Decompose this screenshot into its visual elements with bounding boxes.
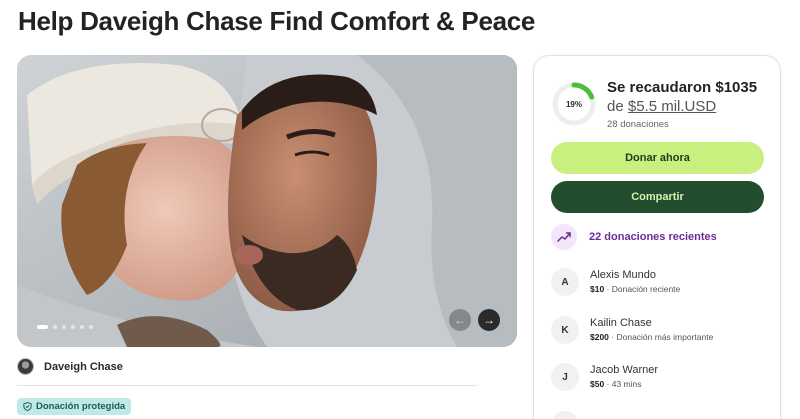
- donor-item: Anónimo: [551, 411, 633, 419]
- donate-now-button[interactable]: Donar ahora: [551, 142, 764, 174]
- avatar: K: [551, 316, 579, 344]
- donor-item: A Alexis Mundo $10 · Donación reciente: [551, 268, 680, 296]
- recent-donations-label: 22 donaciones recientes: [589, 231, 717, 243]
- avatar: J: [551, 363, 579, 391]
- progress-percent: 19%: [565, 99, 582, 109]
- trending-up-icon: [551, 224, 577, 250]
- goal-prefix: de: [607, 98, 628, 115]
- arrow-right-icon[interactable]: →: [478, 309, 500, 331]
- protected-donation-badge[interactable]: Donación protegida: [17, 398, 132, 415]
- donor-name: Alexis Mundo: [590, 269, 657, 281]
- gallery-dot[interactable]: [71, 325, 75, 329]
- gallery-dot[interactable]: [53, 325, 57, 329]
- donor-note: · Donación más importante: [608, 332, 714, 342]
- donor-amount: $50: [590, 379, 605, 389]
- avatar: [17, 358, 34, 375]
- divider: [17, 385, 477, 386]
- donor-item: K Kailin Chase $200 · Donación más importa…: [551, 316, 713, 344]
- arrow-left-icon[interactable]: ←: [449, 309, 471, 331]
- donor-amount: $200: [590, 332, 609, 342]
- share-button[interactable]: Compartir: [551, 181, 764, 213]
- donor-meta: $50 · 43 mins: [590, 377, 658, 391]
- donation-card: 19% Se recaudaron $1035 de $5.5 mil.USD …: [533, 55, 781, 419]
- goal-value[interactable]: $5.5 mil.USD: [628, 98, 716, 115]
- gallery-dot[interactable]: [37, 325, 48, 329]
- gallery-dot[interactable]: [89, 325, 93, 329]
- shield-icon: [23, 402, 32, 411]
- avatar: A: [551, 268, 579, 296]
- donor-meta: $200 · Donación más importante: [590, 330, 713, 344]
- donor-item: J Jacob Warner $50 · 43 mins: [551, 363, 658, 391]
- gallery-dot[interactable]: [80, 325, 84, 329]
- badge-label: Donación protegida: [36, 401, 126, 412]
- page-title: Help Daveigh Chase Find Comfort & Peace: [18, 6, 536, 36]
- donor-name: Jacob Warner: [590, 364, 659, 376]
- gallery-dot[interactable]: [62, 325, 66, 329]
- donor-note: · Donación reciente: [604, 284, 681, 294]
- donor-name: Kailin Chase: [590, 317, 652, 329]
- gallery-pagination: [37, 325, 93, 329]
- donor-meta: $10 · Donación reciente: [590, 282, 680, 296]
- recent-donations-link[interactable]: 22 donaciones recientes: [551, 224, 717, 250]
- campaign-photo-gallery[interactable]: ← →: [17, 55, 517, 347]
- organizer-row[interactable]: Daveigh Chase: [17, 358, 123, 375]
- campaign-photo: [17, 55, 517, 347]
- donations-count: 28 donaciones: [607, 119, 669, 130]
- organizer-name: Daveigh Chase: [44, 360, 123, 373]
- avatar: [551, 411, 579, 419]
- goal-amount: de $5.5 mil.USD: [607, 98, 716, 115]
- amount-raised: Se recaudaron $1035: [607, 79, 758, 96]
- donor-amount: $10: [590, 284, 605, 294]
- donor-note: · 43 mins: [604, 379, 642, 389]
